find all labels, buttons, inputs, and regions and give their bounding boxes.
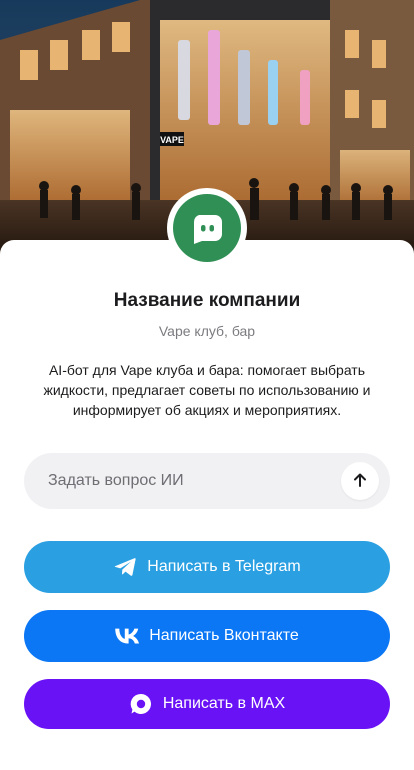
company-category: Vape клуб, бар	[158, 323, 256, 339]
company-description: AI-бот для Vape клуба и бара: помогает в…	[43, 362, 371, 418]
storefront-sign: VAPE	[160, 135, 184, 145]
ask-ai-bar	[24, 453, 390, 509]
max-icon	[129, 692, 153, 716]
max-button-label: Написать в MAX	[162, 695, 286, 712]
bot-avatar-icon	[173, 194, 241, 262]
vk-button-label: Написать Вконтакте	[149, 627, 299, 644]
vk-button[interactable]: Написать Вконтакте	[24, 610, 390, 662]
ask-ai-input[interactable]	[48, 472, 341, 490]
telegram-button[interactable]: Написать в Telegram	[24, 541, 390, 593]
telegram-button-label: Написать в Telegram	[147, 558, 301, 575]
max-button[interactable]: Написать в MAX	[24, 679, 390, 729]
avatar	[167, 188, 247, 268]
arrow-up-icon	[352, 472, 368, 491]
telegram-icon	[113, 555, 137, 579]
vk-icon	[115, 624, 140, 648]
company-name: Название компании	[113, 290, 301, 311]
send-button[interactable]	[341, 462, 379, 500]
